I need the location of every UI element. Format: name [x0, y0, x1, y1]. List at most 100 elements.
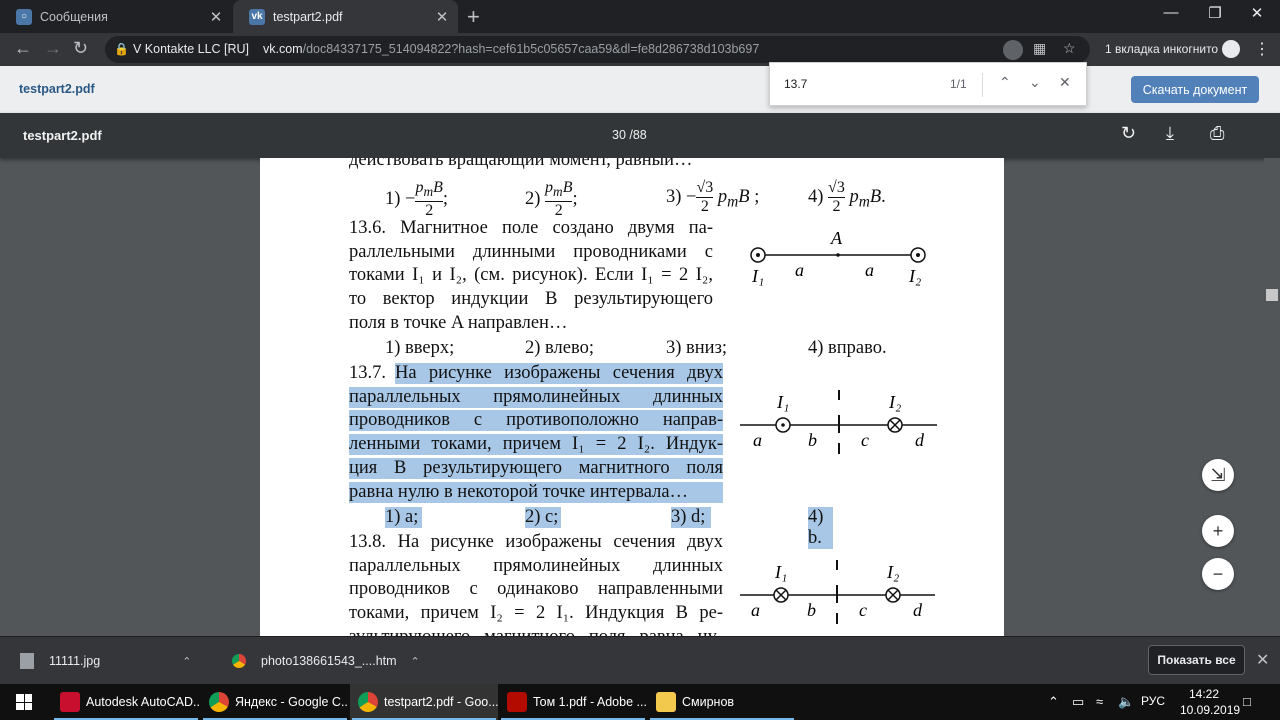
- q136-option-3: 3) вниз;: [666, 338, 728, 358]
- chrome-icon: [232, 654, 246, 668]
- notification-icon[interactable]: □: [1243, 694, 1251, 709]
- scrollbar[interactable]: [1264, 158, 1280, 636]
- window-close-button[interactable]: ✕: [1234, 4, 1280, 22]
- menu-icon[interactable]: ⋮: [1254, 39, 1270, 59]
- vk-doc-filename[interactable]: testpart2.pdf: [19, 82, 95, 96]
- close-icon[interactable]: ✕: [432, 8, 452, 26]
- download-item[interactable]: photo138661543_....htm ⌃: [232, 637, 420, 685]
- fig-seg-b: b: [808, 430, 817, 450]
- find-icon[interactable]: [1003, 40, 1023, 60]
- start-button[interactable]: [0, 684, 48, 720]
- find-prev-icon[interactable]: ⌃: [999, 74, 1011, 91]
- fig-seg-1: a: [795, 260, 804, 280]
- q137-number: 13.7.: [349, 363, 386, 383]
- dot: [781, 423, 785, 427]
- download-item[interactable]: 11111.jpg ⌃: [20, 637, 191, 685]
- site-identity[interactable]: V Kontakte LLC [RU]: [133, 42, 249, 56]
- find-separator: [982, 73, 983, 97]
- url-path: /doc84337175_514094822?hash=cef61b5c0565…: [302, 42, 760, 56]
- taskbar: Autodesk AutoCAD... Яндекс - Google C...…: [0, 684, 1280, 720]
- q137-option-1: 1) a;: [385, 507, 422, 528]
- forward-icon[interactable]: →: [44, 38, 62, 59]
- formula: √3 2: [828, 179, 845, 215]
- wifi-icon[interactable]: ≈: [1096, 694, 1103, 709]
- star-icon[interactable]: ☆: [1063, 40, 1076, 57]
- incognito-icon[interactable]: [1222, 40, 1240, 58]
- q136-option-1: 1) вверх;: [385, 338, 455, 358]
- taskbar-item-adobe[interactable]: Том 1.pdf - Adobe ...: [499, 684, 647, 720]
- q138-line-2: параллельных прямолинейных длинных: [349, 556, 723, 576]
- option-4: 4) √3 2 pmB.: [808, 179, 886, 215]
- formula: pmB 2: [415, 179, 443, 220]
- taskbar-item-folder[interactable]: Смирнов: [648, 684, 796, 720]
- battery-icon[interactable]: ▭: [1072, 694, 1084, 710]
- fig-seg-a: a: [751, 600, 760, 620]
- clock-time[interactable]: 14:22: [1189, 687, 1219, 701]
- pdf-title: testpart2.pdf: [23, 128, 102, 143]
- incognito-label[interactable]: 1 вкладка инкогнито: [1105, 42, 1218, 56]
- tab-testpart2[interactable]: vk testpart2.pdf ✕: [233, 0, 458, 33]
- vk-icon: vk: [249, 8, 265, 25]
- clock-date[interactable]: 10.09.2019: [1180, 703, 1240, 717]
- download-document-button[interactable]: Скачать документ: [1131, 76, 1259, 103]
- print-icon[interactable]: ⎙: [1210, 123, 1224, 144]
- fig-seg-d: d: [913, 600, 923, 620]
- fig-label-i1: I₁: [774, 562, 787, 582]
- chevron-up-icon[interactable]: ⌃: [1048, 694, 1059, 710]
- chevron-up-icon[interactable]: ⌃: [182, 655, 191, 668]
- q137-line-5: ция B результирующего магнитного поля: [349, 458, 723, 479]
- vk-doc-header: testpart2.pdf: [0, 66, 1280, 113]
- show-all-button[interactable]: Показать все: [1148, 645, 1245, 675]
- q136-line-1: 13.6. Магнитное поле создано двумя па-: [349, 218, 713, 238]
- close-icon[interactable]: ✕: [206, 8, 226, 26]
- scrollbar-thumb[interactable]: [1266, 289, 1278, 301]
- fit-page-icon[interactable]: ⇲: [1202, 459, 1234, 491]
- rotate-icon[interactable]: ↻: [1121, 123, 1136, 144]
- taskbar-item-testpart2[interactable]: testpart2.pdf - Goo...: [350, 684, 498, 720]
- download-icon[interactable]: ⤓: [1166, 123, 1174, 144]
- language-indicator[interactable]: РУС: [1141, 694, 1165, 708]
- q137-option-4: 4) b.: [808, 507, 833, 549]
- option-label: 3) −: [666, 186, 697, 207]
- option-label: 2): [525, 188, 541, 209]
- new-tab-button[interactable]: +: [467, 4, 480, 30]
- fig-label-i2: I₂: [888, 392, 901, 412]
- chrome-icon: [209, 692, 229, 712]
- address-bar[interactable]: 🔒 V Kontakte LLC [RU] vk.com/doc84337175…: [105, 36, 1090, 63]
- find-input[interactable]: 13.7: [784, 77, 807, 91]
- taskbar-label: Яндекс - Google C...: [235, 695, 349, 709]
- q136-option-4: 4) вправо.: [808, 338, 887, 358]
- back-icon[interactable]: ←: [14, 38, 32, 59]
- translate-icon[interactable]: ▦: [1033, 40, 1046, 57]
- lock-icon[interactable]: 🔒: [114, 42, 129, 56]
- page-indicator[interactable]: 30 /88: [612, 128, 647, 142]
- q136-line-4: то вектор индукции B результирующего: [349, 289, 713, 309]
- fig-label-i2: I₂: [908, 266, 921, 286]
- find-close-icon[interactable]: ✕: [1059, 74, 1071, 91]
- taskbar-label: Autodesk AutoCAD...: [86, 695, 200, 709]
- taskbar-item-autocad[interactable]: Autodesk AutoCAD...: [52, 684, 200, 720]
- url-text[interactable]: vk.com/doc84337175_514094822?hash=cef61b…: [263, 42, 759, 56]
- volume-icon[interactable]: 🔈: [1118, 694, 1134, 710]
- tab-messages[interactable]: ○ Сообщения ✕: [0, 0, 232, 33]
- dot: [916, 253, 920, 257]
- option-label: 1) −: [385, 188, 416, 209]
- fig-seg-c: c: [859, 600, 867, 620]
- fig-seg-2: a: [865, 260, 874, 280]
- reload-icon[interactable]: ↻: [73, 38, 88, 59]
- q138-line-1: 13.8. На рисунке изображены сечения двух: [349, 532, 723, 552]
- tab-title: Сообщения: [40, 9, 108, 24]
- maximize-button[interactable]: ❐: [1192, 4, 1238, 22]
- zoom-out-icon[interactable]: −: [1202, 558, 1234, 590]
- close-icon[interactable]: ✕: [1256, 650, 1269, 670]
- find-count: 1/1: [950, 77, 967, 91]
- url-host: vk.com: [263, 42, 303, 56]
- minimize-button[interactable]: —: [1148, 4, 1194, 21]
- q137-figure: I₁ I₂ a b c d: [740, 390, 937, 454]
- fig-seg-a: a: [753, 430, 762, 450]
- zoom-in-icon[interactable]: +: [1202, 515, 1234, 547]
- taskbar-item-yandex[interactable]: Яндекс - Google C...: [201, 684, 349, 720]
- find-next-icon[interactable]: ⌄: [1029, 74, 1041, 91]
- chevron-up-icon[interactable]: ⌃: [411, 655, 420, 668]
- pdf-file-icon: [507, 692, 527, 712]
